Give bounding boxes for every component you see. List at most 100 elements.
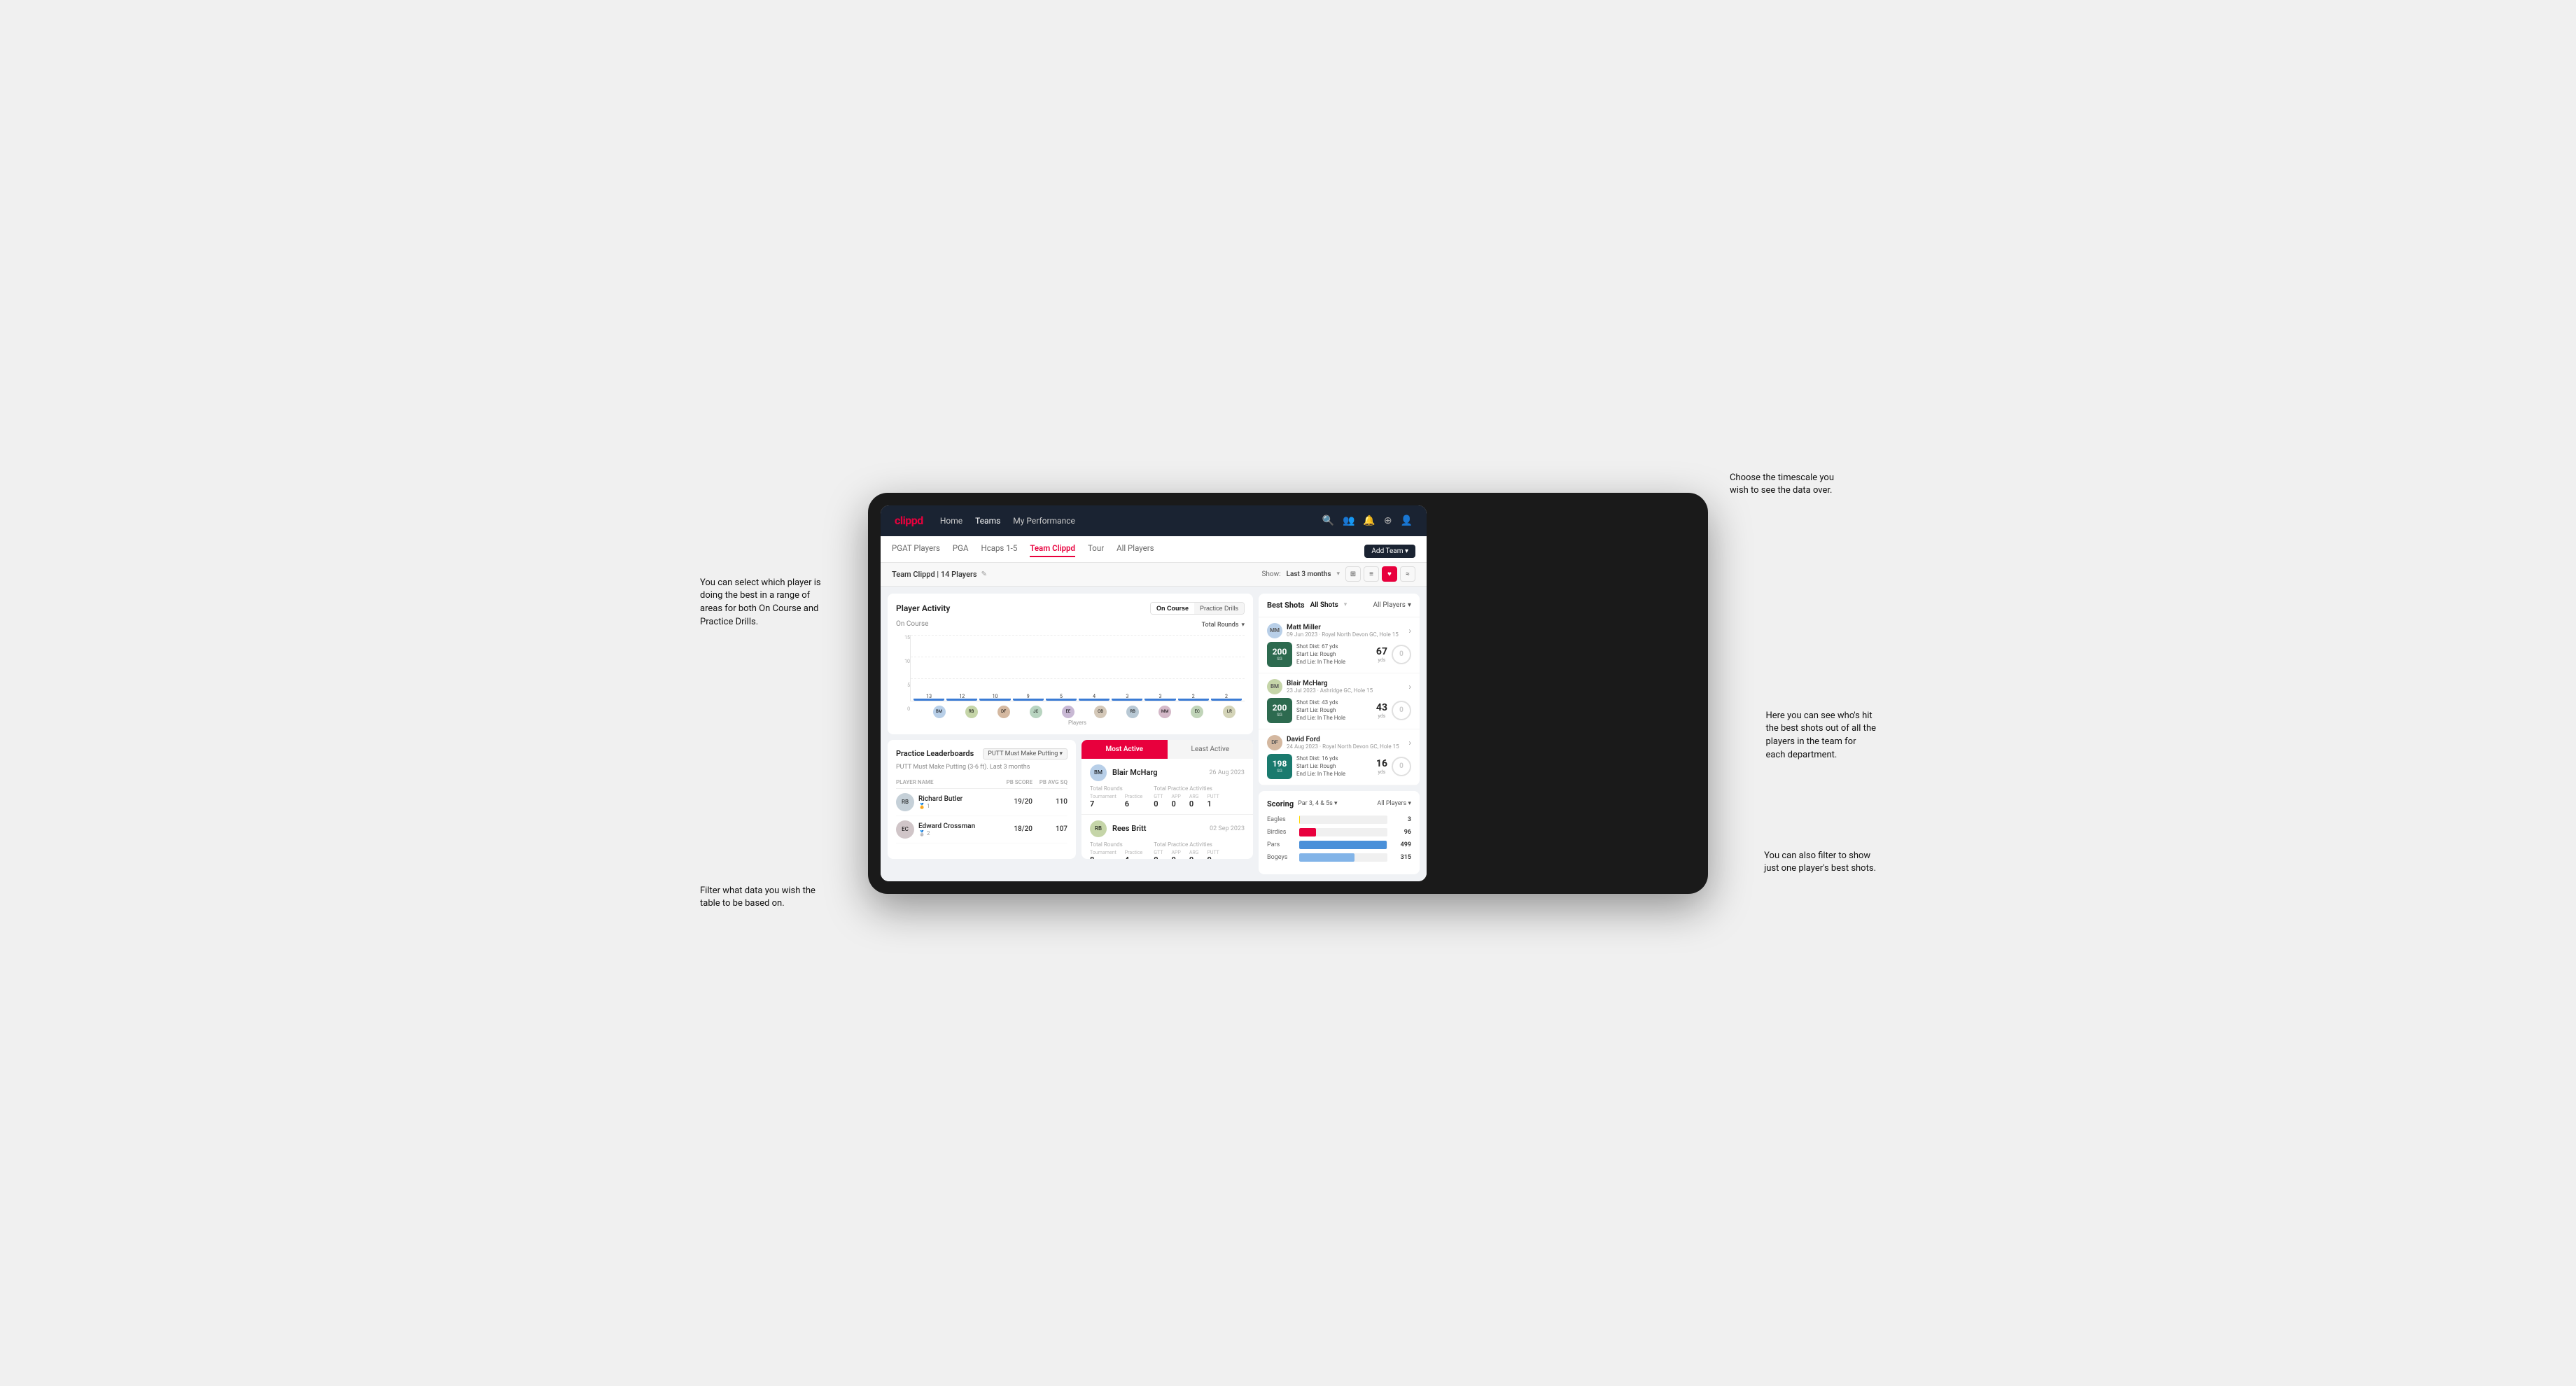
settings-view-icon[interactable]: ≈ [1400, 566, 1415, 582]
chart-header: On Course Total Rounds ▾ [896, 620, 1245, 631]
col-pb-avg: PB AVG SQ [1032, 779, 1068, 785]
shot-item-2[interactable]: DF David Ford 24 Aug 2023 · Royal North … [1259, 729, 1420, 785]
nav-icons: 🔍 👥 🔔 ⊕ 👤 [1322, 515, 1413, 526]
heart-view-icon[interactable]: ♥ [1382, 566, 1397, 582]
player-avatar-5: OB [1094, 706, 1107, 718]
shot-metric-unit-1: yds [1378, 713, 1386, 719]
practice-activities-group-1: Total Practice Activities GTT 0 APP [1154, 841, 1219, 859]
rounds-row-1: Tournament 8 Practice 4 [1090, 850, 1142, 859]
subnav-all-players[interactable]: All Players [1116, 540, 1154, 557]
shot-metric-unit-2: yds [1378, 769, 1386, 775]
player-activity-card: Player Activity On Course Practice Drill… [888, 594, 1253, 734]
sub-nav: PGAT Players PGA Hcaps 1-5 Team Clippd T… [881, 536, 1427, 563]
search-icon[interactable]: 🔍 [1322, 515, 1334, 526]
bar-accent-4 [1046, 699, 1077, 701]
all-players-filter[interactable]: All Players ▾ [1373, 601, 1411, 609]
practice-title: Practice Leaderboards [896, 749, 974, 758]
practice-rank-1: 🥈 2 [918, 830, 975, 836]
subnav-tour[interactable]: Tour [1088, 540, 1104, 557]
avatar-group-1: RB [956, 704, 986, 718]
subnav-team-clippd[interactable]: Team Clippd [1030, 540, 1075, 557]
shot-dist-2: Shot Dist: 16 yds [1296, 755, 1372, 762]
grid-view-icon[interactable]: ⊞ [1345, 566, 1361, 582]
app-label-0: APP [1171, 794, 1180, 799]
bar-group-8: 2 [1178, 694, 1209, 701]
avatar-icon[interactable]: 👤 [1401, 515, 1413, 526]
scoring-filter-players[interactable]: All Players ▾ [1377, 800, 1411, 807]
player-avatar-3: JC [1030, 706, 1042, 718]
player-avatar-2: DF [997, 706, 1010, 718]
most-active-tab[interactable]: Most Active [1082, 740, 1168, 759]
arg-val-1: 0 [1189, 855, 1199, 859]
chart-filter-chevron[interactable]: ▾ [1241, 622, 1245, 629]
bell-icon[interactable]: 🔔 [1363, 515, 1375, 526]
scoring-filter-par[interactable]: Par 3, 4 & 5s ▾ [1298, 800, 1337, 807]
shot-zero-0: 0 [1392, 645, 1411, 664]
tournament-stat-0: Tournament 7 [1090, 794, 1116, 808]
users-icon[interactable]: 👥 [1343, 515, 1354, 526]
putt-stat-0: PUTT 1 [1208, 794, 1219, 808]
player-activity-title: Player Activity [896, 603, 950, 613]
bar-group-4: 5 [1046, 694, 1077, 701]
avatar-group-4: EE [1053, 704, 1083, 718]
subnav-pgat[interactable]: PGAT Players [892, 540, 940, 557]
shot-desc-0: Shot Dist: 67 yds Start Lie: Rough End L… [1296, 643, 1372, 666]
putt-label-0: PUTT [1208, 794, 1219, 799]
nav-teams[interactable]: Teams [975, 513, 1000, 528]
active-tabs: Most Active Least Active [1082, 740, 1253, 759]
time-period-select[interactable]: Last 3 months [1287, 570, 1331, 578]
plus-circle-icon[interactable]: ⊕ [1384, 515, 1392, 526]
scoring-row-pars: Pars 499 [1267, 841, 1411, 849]
all-shots-tab[interactable]: All Shots [1310, 601, 1338, 609]
chevron-down-icon: ▾ [1336, 570, 1340, 578]
edit-icon[interactable]: ✎ [981, 570, 987, 578]
players-x-label: Players [910, 720, 1245, 726]
add-team-button[interactable]: Add Team ▾ [1364, 545, 1415, 558]
app-label-1: APP [1171, 850, 1180, 855]
subnav-pga[interactable]: PGA [953, 540, 969, 557]
nav-home[interactable]: Home [940, 513, 962, 528]
birdies-bar [1299, 828, 1316, 836]
active-stats-grid-1: Total Rounds Tournament 8 Practice [1090, 841, 1245, 859]
practice-drills-toggle[interactable]: Practice Drills [1194, 603, 1244, 614]
best-shots-title: Best Shots [1267, 601, 1305, 610]
practice-pb-score-0: 19/20 [997, 798, 1032, 806]
shot-metric-1: 43 yds [1376, 702, 1387, 719]
shot-player-name-0: Matt Miller [1287, 624, 1404, 631]
shot-badge-num-0: 200 [1273, 647, 1287, 657]
player-avatar-0: BM [933, 706, 946, 718]
shot-end-lie-1: End Lie: In The Hole [1296, 714, 1372, 722]
team-header-right: Show: Last 3 months ▾ ⊞ ≡ ♥ ≈ [1261, 566, 1415, 582]
nav-my-performance[interactable]: My Performance [1013, 513, 1075, 528]
shot-item-1[interactable]: BM Blair McHarg 23 Jul 2023 · Ashridge G… [1259, 673, 1420, 729]
practice-rank-0: 🏅 1 [918, 803, 962, 809]
shot-item-0[interactable]: MM Matt Miller 09 Jun 2023 · Royal North… [1259, 617, 1420, 673]
practice-activities-row-0: GTT 0 APP 0 [1154, 794, 1219, 808]
avatar-group-0: BM [924, 704, 954, 718]
tournament-stat-1: Tournament 8 [1090, 850, 1116, 859]
pars-bar [1299, 841, 1387, 849]
putt-stat-1: PUTT 0 [1208, 850, 1219, 859]
bar-accent-9 [1211, 699, 1242, 701]
practice-activities-row-1: GTT 0 APP 0 [1154, 850, 1219, 859]
scoring-row-birdies: Birdies 96 [1267, 828, 1411, 836]
bar-group-6: 3 [1112, 694, 1142, 701]
team-name: Team Clippd | 14 Players [892, 570, 977, 579]
shot-avatar-0: MM [1267, 623, 1282, 638]
shot-chevron-0: › [1408, 626, 1411, 636]
on-course-toggle[interactable]: On Course [1151, 603, 1194, 614]
gtt-stat-0: GTT 0 [1154, 794, 1163, 808]
gtt-label-0: GTT [1154, 794, 1163, 799]
practice-activities-label-1: Total Practice Activities [1154, 841, 1219, 848]
shot-chevron-1: › [1408, 682, 1411, 692]
shot-badge-label-1: SG [1277, 713, 1282, 718]
practice-header: Practice Leaderboards PUTT Must Make Put… [896, 748, 1068, 760]
practice-table-header: PLAYER NAME PB SCORE PB AVG SQ [896, 776, 1068, 789]
list-view-icon[interactable]: ≡ [1364, 566, 1379, 582]
practice-filter[interactable]: PUTT Must Make Putting ▾ [983, 748, 1068, 760]
active-player-date-1: 02 Sep 2023 [1210, 825, 1245, 832]
least-active-tab[interactable]: Least Active [1168, 740, 1254, 759]
practice-label-1: Practice [1125, 850, 1143, 855]
subnav-hcaps[interactable]: Hcaps 1-5 [981, 540, 1017, 557]
practice-pb-avg-0: 110 [1032, 798, 1068, 806]
